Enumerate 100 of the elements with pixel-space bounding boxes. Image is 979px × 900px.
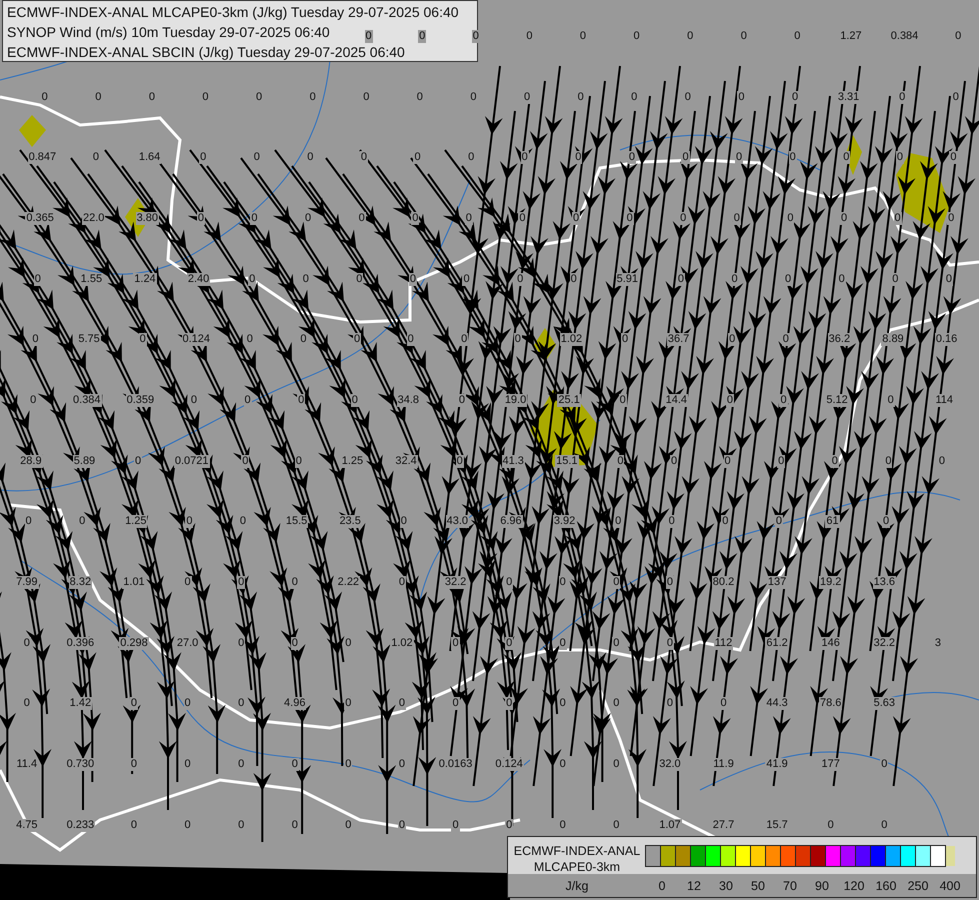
value-label: 0 (735, 151, 744, 164)
value-label: 1.55 (80, 272, 104, 286)
legend-line: ECMWF-INDEX-ANAL MLCAPE0-3km (J/kg) Tuesday 29-07-2025 06:40 (7, 4, 459, 20)
colorbar-title: ECMWF-INDEX-ANAL (514, 843, 640, 859)
value-label: 0 (451, 818, 460, 832)
value-label: 0 (616, 454, 624, 468)
value-label: 0.359 (126, 394, 156, 407)
legend-line: ECMWF-INDEX-ANAL SBCIN (J/kg) Tuesday 29-07-2025 06:40 (7, 44, 405, 60)
value-label: 15.1 (555, 454, 579, 468)
tick-label: 90 (814, 878, 830, 892)
value-label: 146 (820, 636, 841, 650)
value-label: 0 (572, 212, 580, 225)
value-label: 1.42 (68, 697, 92, 710)
value-label: 0 (138, 333, 147, 346)
value-label: 0 (130, 697, 138, 710)
value-label: 0 (290, 758, 299, 772)
value-label: 0 (666, 636, 674, 650)
value-label: 0 (250, 212, 259, 225)
value-label: 0 (842, 151, 850, 164)
value-label: 41.9 (765, 758, 789, 772)
value-label: 0 (786, 212, 794, 225)
value-label: 0 (558, 636, 567, 650)
value-label: 0 (830, 454, 839, 468)
value-label: 0 (516, 272, 524, 286)
value-label: 0.730 (66, 758, 96, 772)
value-label: 0 (626, 212, 634, 225)
value-label: 4.96 (283, 697, 306, 710)
value-label: 0 (505, 576, 514, 590)
value-label: 0 (891, 272, 900, 286)
value-label: 0 (784, 272, 792, 286)
tick-label: 250 (906, 878, 930, 892)
value-label: 36.2 (828, 333, 852, 346)
value-label: 0 (184, 697, 192, 710)
tick-label: 50 (750, 878, 766, 892)
value-label: 0 (719, 697, 728, 710)
value-label: 61 (825, 515, 840, 528)
value-label: 0 (840, 212, 848, 225)
value-label: 0 (732, 212, 741, 225)
value-label: 13.6 (872, 576, 896, 590)
value-label: 28.9 (19, 454, 43, 468)
value-label: 22.0 (82, 212, 106, 225)
value-label: 0.16 (934, 333, 958, 346)
value-label: 0.298 (119, 636, 149, 650)
value-label: 32.2 (444, 576, 468, 590)
tick-label: 120 (842, 878, 866, 892)
value-label: 137 (766, 576, 788, 590)
value-label: 7.99 (15, 576, 38, 590)
value-label: 0 (947, 212, 956, 225)
value-label: 0 (679, 212, 688, 225)
value-label: 1.64 (138, 151, 162, 164)
value-label: 0 (884, 454, 892, 468)
value-label: 0 (886, 394, 895, 407)
value-label: 0 (458, 394, 466, 407)
value-label: 0.0721 (174, 454, 210, 468)
value-label: 32.4 (394, 454, 418, 468)
value-label: 0 (406, 333, 415, 346)
value-label: 0 (290, 576, 299, 590)
value-label: 0 (614, 515, 622, 528)
value-label: 0 (185, 515, 194, 528)
value-label: 61.2 (765, 636, 789, 650)
value-label: 5.63 (872, 697, 896, 710)
value-label: 0 (31, 333, 40, 346)
value-label: 0.124 (182, 333, 212, 346)
value-label: 0 (628, 151, 636, 164)
value-label: 0.384 (72, 394, 102, 407)
value-label: 25.1 (557, 394, 581, 407)
value-label: 0 (618, 394, 627, 407)
value-label: 6.96 (499, 515, 523, 528)
value-label: 0 (413, 151, 422, 164)
value-label: 1.01 (122, 576, 146, 590)
value-label: 0 (612, 576, 620, 590)
value-label: 0 (944, 272, 953, 286)
value-label: 177 (820, 758, 841, 772)
tick-label: 160 (874, 878, 898, 892)
value-label: 36.7 (666, 333, 690, 346)
value-label: 112 (714, 636, 734, 650)
tick-label: 0 (658, 878, 666, 892)
value-label: 41.3 (502, 454, 525, 468)
value-label: 0 (355, 272, 364, 286)
value-label: 0 (398, 697, 406, 710)
value-label: 0 (398, 818, 406, 832)
value-label: 0 (726, 394, 734, 407)
value-label: 44.3 (765, 697, 789, 710)
value-label: 32.0 (658, 758, 682, 772)
value-label: 0 (774, 515, 783, 528)
value-label: 5.89 (72, 454, 96, 468)
value-label: 0 (505, 697, 514, 710)
value-label: 0 (894, 212, 902, 225)
value-label: 0.233 (66, 818, 96, 832)
value-label: 0 (676, 272, 685, 286)
value-label: 0 (360, 151, 368, 164)
tick-label: 70 (782, 878, 798, 892)
value-label: 0 (451, 697, 460, 710)
value-label: 0 (681, 151, 690, 164)
value-label: 0.365 (25, 212, 55, 225)
value-label: 0 (400, 515, 408, 528)
value-label: 0 (790, 90, 800, 104)
value-label: 11.9 (712, 758, 735, 772)
value-label: 0 (294, 454, 303, 468)
value-label: 15.5 (284, 515, 308, 528)
